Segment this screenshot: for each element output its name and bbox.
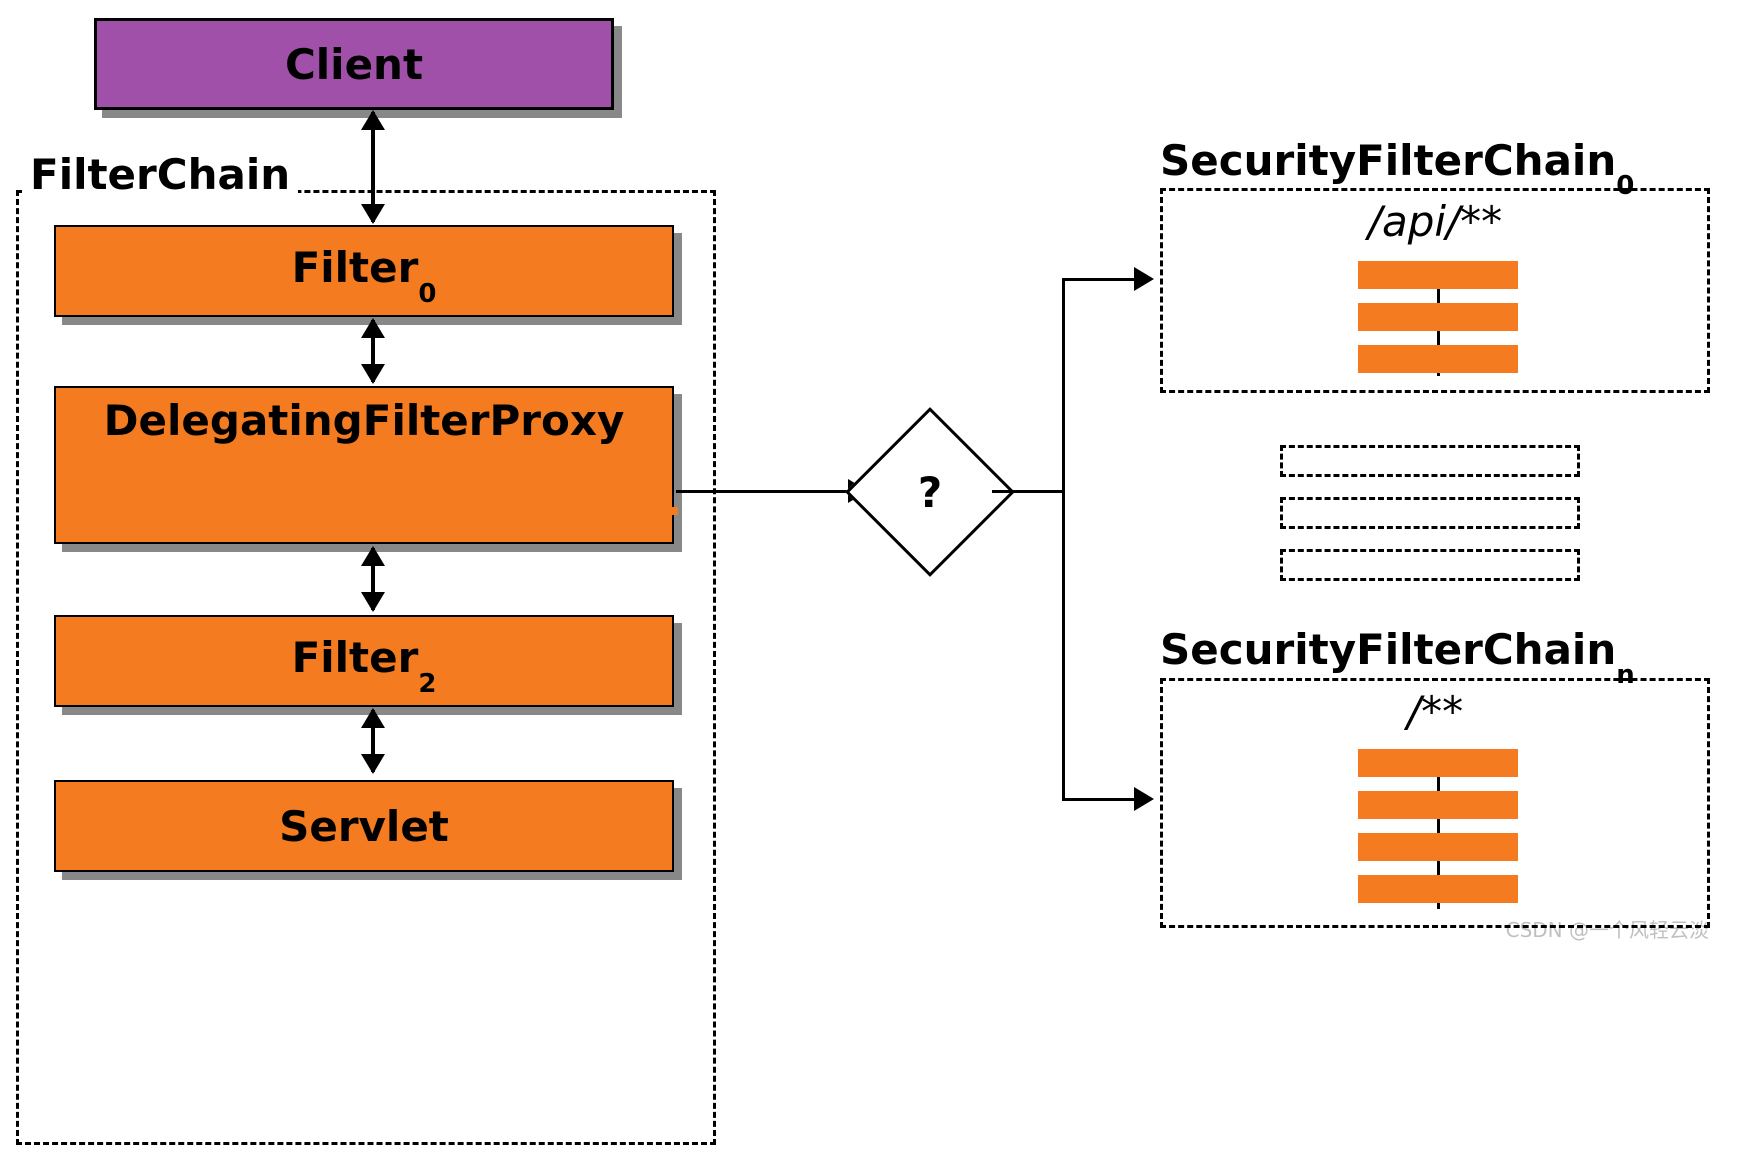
filterchain-title: FilterChain xyxy=(22,150,298,199)
filter0-box: Filter0 xyxy=(54,225,674,317)
arrowhead-to-sfcn xyxy=(1134,787,1154,811)
sfc0-bar-1 xyxy=(1358,261,1518,289)
bean-filter-box: Bean Filter0 xyxy=(62,507,678,515)
servlet-box: Servlet xyxy=(54,780,674,872)
servlet-label: Servlet xyxy=(279,802,449,851)
sfcn-pattern: /** xyxy=(1163,687,1707,736)
line-decision-stem xyxy=(992,490,1064,493)
sfc0-bar-3 xyxy=(1358,345,1518,373)
dfp-label: DelegatingFilterProxy xyxy=(56,388,672,445)
sfcn-container: /** xyxy=(1160,678,1710,928)
filter2-box: Filter2 xyxy=(54,615,674,707)
sfcn-bar-2 xyxy=(1358,791,1518,819)
line-decision-vertical xyxy=(1062,278,1065,800)
sfc0-bar-2 xyxy=(1358,303,1518,331)
decision-symbol: ? xyxy=(870,432,990,552)
line-decision-to-sfc0 xyxy=(1062,278,1136,281)
filter0-label: Filter0 xyxy=(292,243,437,298)
decision-diamond: ? xyxy=(870,432,990,552)
sfcn-bar-1 xyxy=(1358,749,1518,777)
sfc0-container: /api/** xyxy=(1160,188,1710,393)
arrow-filter0-dfp xyxy=(371,320,375,382)
bean-filter-label: Bean Filter0 xyxy=(225,507,515,515)
delegating-filter-proxy-box: DelegatingFilterProxy Bean Filter0 xyxy=(54,386,674,544)
sfc0-title: SecurityFilterChain0 xyxy=(1160,136,1634,191)
placeholder-bar-2 xyxy=(1280,497,1580,529)
client-box: Client xyxy=(94,18,614,110)
watermark: CSDN @一个风轻云淡 xyxy=(1506,914,1709,943)
sfcn-bar-3 xyxy=(1358,833,1518,861)
line-decision-to-sfcn xyxy=(1062,798,1136,801)
placeholder-bar-1 xyxy=(1280,445,1580,477)
filter2-label: Filter2 xyxy=(292,633,437,688)
arrow-filter2-servlet xyxy=(371,710,375,772)
sfc0-pattern: /api/** xyxy=(1163,197,1707,246)
client-label: Client xyxy=(285,40,423,89)
sfcn-bar-4 xyxy=(1358,875,1518,903)
sfcn-title: SecurityFilterChainn xyxy=(1160,625,1635,680)
arrow-dfp-filter2 xyxy=(371,548,375,610)
line-dfp-to-decision xyxy=(676,490,851,493)
placeholder-bar-3 xyxy=(1280,549,1580,581)
arrowhead-to-sfc0 xyxy=(1134,267,1154,291)
